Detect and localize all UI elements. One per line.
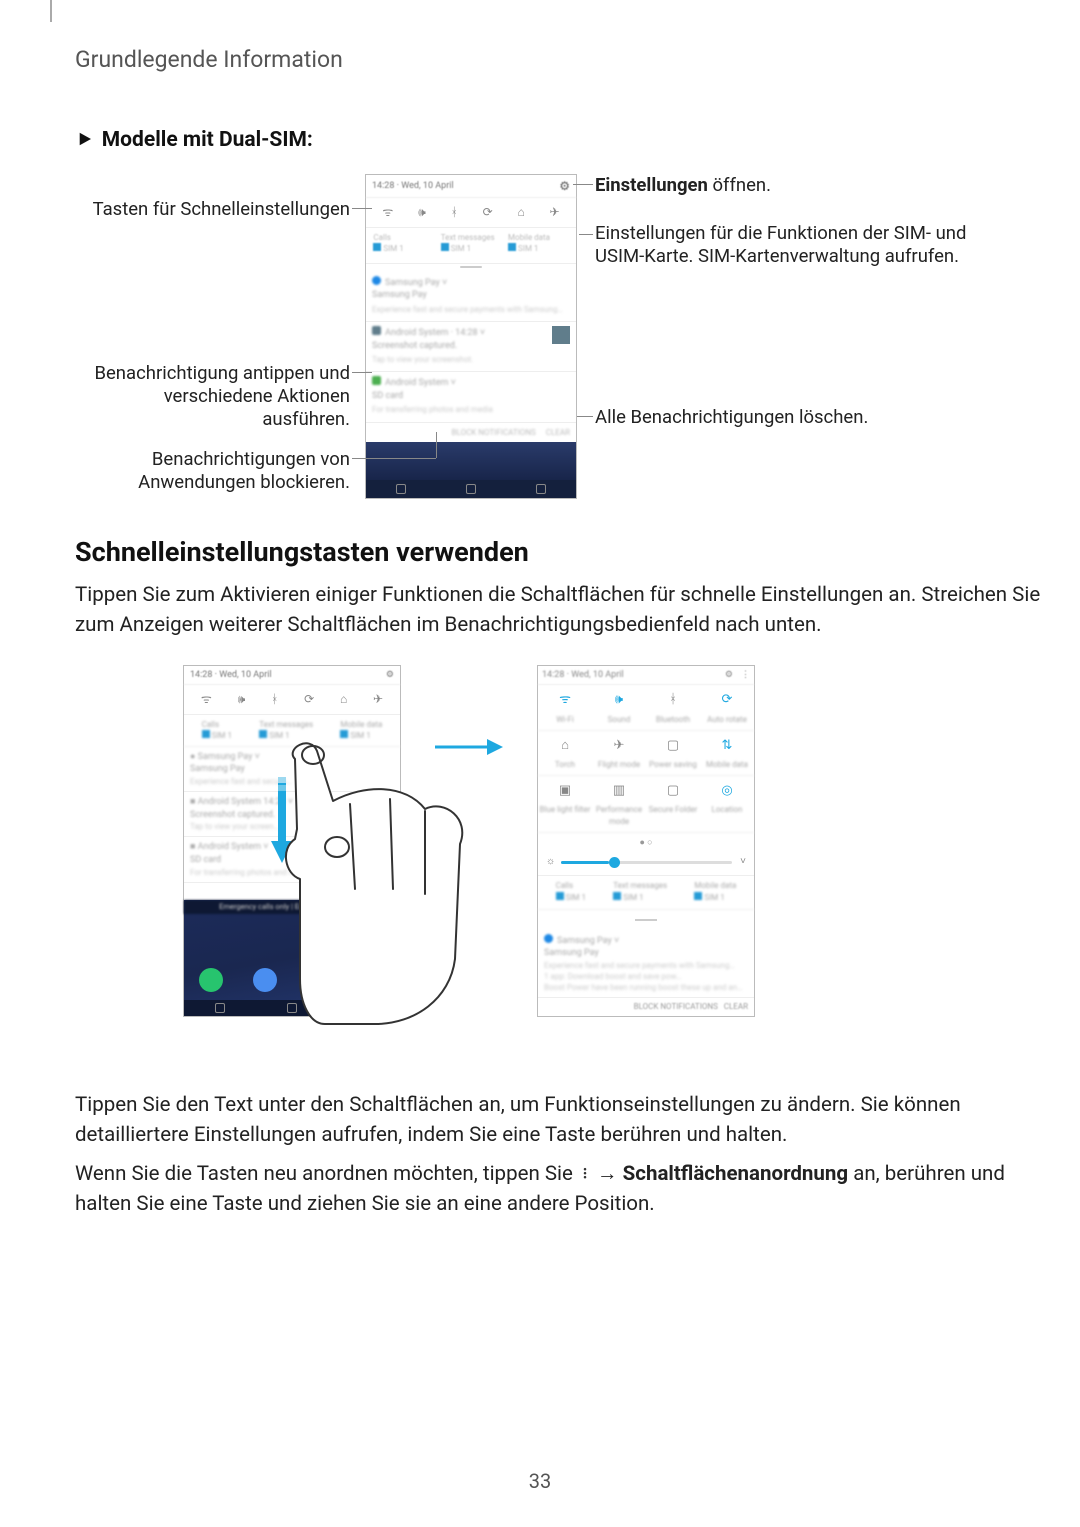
phone-statusbar: 14:28 · Wed, 10 April ⚙ xyxy=(366,175,576,199)
leader-line xyxy=(577,416,593,417)
sound-icon: 🕪 xyxy=(418,204,426,221)
bluetooth-icon: ᚼ xyxy=(669,692,677,707)
gear-icon: ⚙ xyxy=(725,669,733,682)
rotate-icon: ⟳ xyxy=(304,691,314,708)
browser-app-icon xyxy=(307,968,331,992)
phone-navbar xyxy=(366,480,576,498)
nfc-icon: ▢ xyxy=(667,783,679,798)
callout-block-apps: Benachrichtigungen von Anwendungen block… xyxy=(75,448,350,494)
page-content: ► Modelle mit Dual-SIM: 14:28 · Wed, 10 A… xyxy=(50,76,1080,1220)
phone-panel-right: 14:28 · Wed, 10 April ⚙⋮ ᯤ 🕪 ᚼ ⟳ Wi-FiSo… xyxy=(537,665,755,1017)
quick-settings-p3: Wenn Sie die Tasten neu anordnen möchten… xyxy=(75,1160,1050,1219)
kebab-icon: ••• xyxy=(578,1169,592,1181)
location-icon: ◎ xyxy=(721,783,732,798)
quick-settings-p2: Tippen Sie den Text unter den Schaltfläc… xyxy=(75,1091,1050,1150)
flashlight-icon: ⌂ xyxy=(561,738,569,753)
mobiledata-icon: ⇅ xyxy=(722,738,733,753)
flashlight-icon: ⌂ xyxy=(517,204,524,221)
powersave-icon: ▢ xyxy=(667,738,679,753)
leader-line xyxy=(352,208,372,209)
dual-sim-heading-text: Modelle mit Dual-SIM: xyxy=(102,128,313,152)
callout-open-settings: Einstellungen öffnen. xyxy=(595,174,960,197)
callout-sim-settings: Einstellungen für die Funktionen der SIM… xyxy=(595,222,975,268)
performance-icon: ▥ xyxy=(613,783,625,798)
margin-tick xyxy=(50,0,52,22)
bluetooth-icon: ᚼ xyxy=(271,691,278,708)
phone-notification-1: Samsung Pay ˅ Samsung Pay Experience fas… xyxy=(366,272,576,322)
phone-notification-2: Android System · 14:28 ˅ Screenshot capt… xyxy=(366,322,576,372)
airplane-icon: ✈ xyxy=(550,204,560,221)
airplane-icon: ✈ xyxy=(373,691,383,708)
phone-block-row: BLOCK NOTIFICATIONSCLEAR xyxy=(366,423,576,442)
page-number: 33 xyxy=(0,1467,1080,1495)
phone-app-icon xyxy=(199,968,223,992)
gesture-diagram: 14:28 · Wed, 10 April⚙ ᯤ 🕪 ᚼ ⟳ ⌂ ✈ Calls… xyxy=(75,665,1050,1065)
bluelight-icon: ▣ xyxy=(559,783,571,798)
flashlight-icon: ⌂ xyxy=(340,691,347,708)
airplane-icon: ✈ xyxy=(614,738,625,753)
callout-quick-settings-keys: Tasten für Schnelleinstellungen xyxy=(75,198,350,221)
sound-icon: 🕪 xyxy=(238,691,246,708)
callout-clear-all: Alle Benachrichtigungen löschen. xyxy=(595,406,960,429)
wifi-icon: ᯤ xyxy=(201,691,212,708)
sound-icon: 🕪 xyxy=(615,692,623,707)
messages-app-icon xyxy=(253,968,277,992)
rotate-icon: ⟳ xyxy=(722,692,733,707)
leader-line xyxy=(436,432,437,458)
annotated-diagram: 14:28 · Wed, 10 April ⚙ ᯤ 🕪 ᚼ ⟳ ⌂ ✈ Call… xyxy=(75,174,1050,494)
gear-icon: ⚙ xyxy=(559,178,570,195)
gear-icon: ⚙ xyxy=(386,669,394,682)
triangle-icon: ► xyxy=(76,125,95,154)
camera-app-icon xyxy=(361,968,385,992)
arrow-right-icon xyxy=(433,735,503,759)
bluetooth-icon: ᚼ xyxy=(451,204,458,221)
swipe-down-arrow-icon xyxy=(269,775,295,865)
leader-line xyxy=(352,372,372,373)
quick-settings-p1: Tippen Sie zum Aktivieren einiger Funkti… xyxy=(75,581,1050,640)
leader-line xyxy=(579,234,593,235)
rotate-icon: ⟳ xyxy=(483,204,493,221)
quick-settings-heading: Schnelleinstellungstasten verwenden xyxy=(75,534,1050,572)
phone-notification-3: Android System ˅ SD card For transferrin… xyxy=(366,372,576,422)
leader-line xyxy=(573,184,593,185)
kebab-icon: ⋮ xyxy=(741,669,750,682)
leader-line xyxy=(352,458,436,459)
phone-sim-row: CallsSIM 1 Text messagesSIM 1 Mobile dat… xyxy=(366,228,576,263)
wifi-icon: ᯤ xyxy=(382,204,393,221)
chevron-down-icon: ˅ xyxy=(740,855,746,869)
wifi-icon: ᯤ xyxy=(559,692,571,707)
brightness-icon: ☼ xyxy=(546,855,555,869)
phone-dock-preview xyxy=(366,442,576,480)
page: Grundlegende Information ► Modelle mit Du… xyxy=(0,0,1080,1527)
dual-sim-heading: ► Modelle mit Dual-SIM: xyxy=(75,126,1050,155)
phone-quicksettings-row: ᯤ 🕪 ᚼ ⟳ ⌂ ✈ xyxy=(366,198,576,228)
brightness-slider: ☼ ˅ xyxy=(538,851,754,876)
chapter-title: Grundlegende Information xyxy=(75,44,1080,76)
phone-panel-collapsed: 14:28 · Wed, 10 April ⚙ ᯤ 🕪 ᚼ ⟳ ⌂ ✈ Call… xyxy=(365,174,577,499)
callout-notification-tap: Benachrichtigung antippen und verschiede… xyxy=(75,362,350,431)
